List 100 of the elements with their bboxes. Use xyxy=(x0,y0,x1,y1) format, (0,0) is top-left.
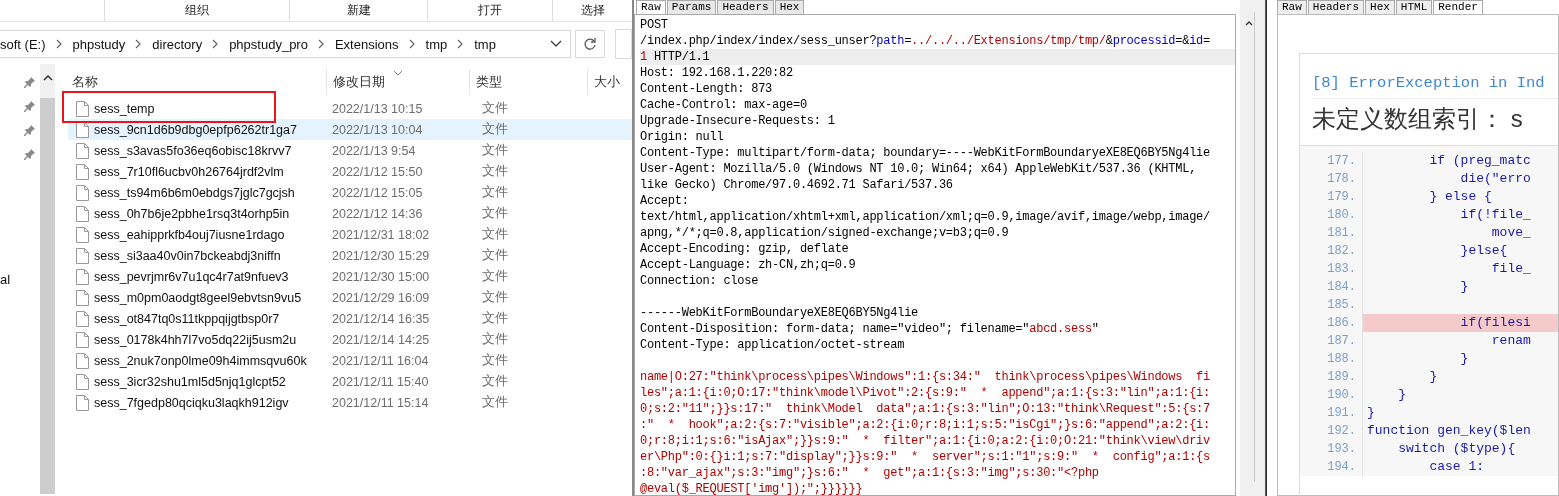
modified-date: 2022/1/12 15:05 xyxy=(331,185,424,200)
request-line: Cache-Control: max-age=0 xyxy=(640,97,808,113)
file-row[interactable]: sess_pevrjmr6v7u1qc4r7at9nfuev3 2021/12/30 15:00 文件 xyxy=(68,266,632,287)
line-number: 188. xyxy=(1300,350,1363,368)
file-row[interactable]: sess_ts94m6b6m0ebdgs7jglc7gcjsh 2022/1/12 15:05 文件 xyxy=(68,182,632,203)
code-line: file_ xyxy=(1490,260,1532,278)
modified-date: 2021/12/30 15:00 xyxy=(331,269,431,284)
file-row[interactable]: sess_s3avas5fo36eq6obisc18krvv7 2022/1/13 9:54 文件 xyxy=(68,140,632,161)
file-row[interactable]: sess_2nuk7onp0lme09h4immsqvu60k 2021/12/11 16:04 文件 xyxy=(68,350,632,371)
file-type: 文件 xyxy=(481,205,509,222)
file-name: sess_0178k4hh7l7vo5dq22ij5usm2u xyxy=(94,332,297,347)
refresh-button[interactable] xyxy=(575,30,605,58)
code-line: } xyxy=(1428,368,1439,386)
dropdown-icon[interactable] xyxy=(550,40,562,48)
request-line: 0;s:2:"11";}}s:17:" think\Model data";a:1:{s:3:"lin";O:13:"think\Request":5:{s:7 xyxy=(640,401,1211,417)
line-number: 191. xyxy=(1300,404,1363,422)
file-row[interactable]: sess_9cn1d6b9dbg0epfp6262tr1ga7 2022/1/13 10:04 文件 xyxy=(68,119,632,140)
pin-icon[interactable] xyxy=(24,100,36,112)
file-icon xyxy=(76,100,89,117)
code-line: move_ xyxy=(1490,224,1532,242)
file-icon xyxy=(76,226,89,243)
code-line: function gen_key($len xyxy=(1366,422,1532,440)
file-row[interactable]: sess_eahipprkfb4ouj7iusne1rdago 2021/12/31 18:02 文件 xyxy=(68,224,632,245)
request-line: Host: 192.168.1.220:82 xyxy=(640,65,794,81)
modified-date: 2021/12/11 15:14 xyxy=(331,395,430,410)
column-header[interactable]: 修改日期 xyxy=(326,69,469,95)
file-row[interactable]: sess_7r10fl6ucbv0h26764jrdf2vlm 2022/1/12 15:50 文件 xyxy=(68,161,632,182)
modified-date: 2022/1/12 15:50 xyxy=(331,164,424,179)
line-number: 193. xyxy=(1300,440,1363,458)
file-row[interactable]: sess_0178k4hh7l7vo5dq22ij5usm2u 2021/12/14 14:25 文件 xyxy=(68,329,632,350)
tab[interactable]: Headers xyxy=(1307,0,1365,14)
tab[interactable]: HTML xyxy=(1395,0,1433,14)
pin-icon[interactable] xyxy=(24,148,36,160)
line-number: 177. xyxy=(1300,152,1363,170)
request-line: 0;r:8;i:1;s:6:"isAjax";}}s:9:" * filter";a:1:{i:0;a:2:{i:0;O:21:"think\view\driv xyxy=(640,433,1211,449)
tab[interactable]: Hex xyxy=(1365,0,1395,14)
breadcrumb-item[interactable]: tmp xyxy=(474,36,496,52)
refresh-icon xyxy=(583,37,597,51)
file-icon xyxy=(76,373,89,390)
request-line: Origin: null xyxy=(640,129,725,145)
file-icon xyxy=(76,205,89,222)
file-icon xyxy=(76,184,89,201)
column-header[interactable]: 名称 xyxy=(68,69,326,95)
file-type: 文件 xyxy=(481,352,509,369)
breadcrumb-item[interactable]: tmp xyxy=(425,36,448,52)
code-line: die("erro xyxy=(1459,170,1532,188)
tab[interactable]: Raw xyxy=(636,0,666,14)
pin-icon[interactable] xyxy=(24,76,36,88)
modified-date: 2021/12/11 16:04 xyxy=(331,353,430,368)
file-name: sess_si3aa40v0in7bckeabdj3niffn xyxy=(94,248,281,263)
line-number: 192. xyxy=(1300,422,1363,440)
pin-icon[interactable] xyxy=(24,124,36,136)
file-row[interactable]: sess_m0pm0aodgt8geel9ebvtsn9vu5 2021/12/29 16:09 文件 xyxy=(68,287,632,308)
file-name: sess_3icr32shu1ml5d5njq1glcpt52 xyxy=(94,374,286,389)
file-type: 文件 xyxy=(481,121,509,138)
line-number: 190. xyxy=(1300,386,1363,404)
file-type: 文件 xyxy=(481,247,509,264)
file-row[interactable]: sess_3icr32shu1ml5d5njq1glcpt52 2021/12/11 15:40 文件 xyxy=(68,371,632,392)
file-icon xyxy=(76,268,89,285)
file-row[interactable]: sess_ot847tq0s11tkppqijgtbsp0r7 2021/12/14 16:35 文件 xyxy=(68,308,632,329)
breadcrumb-item[interactable]: soft (E:) xyxy=(0,36,46,52)
tab[interactable]: Render xyxy=(1433,0,1483,14)
modified-date: 2022/1/13 10:15 xyxy=(331,101,424,116)
request-line: apng,*/*;q=0.8,application/signed-exchange;v=b3;q=0.9 xyxy=(640,225,1010,241)
search-field[interactable] xyxy=(615,29,632,59)
line-number: 181. xyxy=(1300,224,1363,242)
file-icon xyxy=(76,394,89,411)
tab[interactable]: Params xyxy=(666,0,717,14)
breadcrumb-item[interactable]: Extensions xyxy=(334,36,399,52)
breadcrumb-item[interactable]: phpstudy xyxy=(72,36,126,52)
request-line: /index.php/index/index/sess_unser?path=../../../Extensions/tmp/tmp/&processid=&id= xyxy=(640,33,1212,49)
chevron-icon xyxy=(317,39,325,49)
tab[interactable]: Raw xyxy=(1277,0,1307,14)
nav-item-label[interactable]: al xyxy=(0,272,11,287)
column-header[interactable]: 大小 xyxy=(587,69,632,95)
column-header[interactable]: 类型 xyxy=(469,69,587,95)
breadcrumb-item[interactable]: directory xyxy=(152,36,203,52)
file-row[interactable]: sess_si3aa40v0in7bckeabdj3niffn 2021/12/30 15:29 文件 xyxy=(68,245,632,266)
file-row[interactable]: sess_temp 2022/1/13 10:15 文件 xyxy=(68,98,632,119)
file-icon xyxy=(76,331,89,348)
address-bar[interactable]: soft (E:) phpstudy directory phpstudy_pro Extensions tmp tmp xyxy=(0,30,571,58)
request-line: name|O:27:"think\process\pipes\Windows":1:{s:34:" think\process\pipes\Windows fi xyxy=(640,369,1211,385)
request-line: Content-Type: application/octet-stream xyxy=(640,337,906,353)
code-line: } xyxy=(1459,278,1470,296)
breadcrumb-item[interactable]: phpstudy_pro xyxy=(229,36,308,52)
scrollbar[interactable] xyxy=(1243,12,1255,482)
file-name: sess_0h7b6je2pbhe1rsq3t4orhp5in xyxy=(94,206,290,221)
file-name: sess_temp xyxy=(94,101,155,116)
request-line: er\Php":0:{}i:1;s:7:"display";}}s:9:" * server";s:1:"1";s:9:" * config";a:1:{s xyxy=(640,449,1211,465)
file-icon xyxy=(76,142,89,159)
scrollbar[interactable] xyxy=(40,64,55,494)
tab[interactable]: Hex xyxy=(774,0,805,14)
file-row[interactable]: sess_7fgedp80qciqku3laqkh912igv 2021/12/11 15:14 文件 xyxy=(68,392,632,413)
tab[interactable]: Headers xyxy=(717,0,774,14)
file-name: sess_s3avas5fo36eq6obisc18krvv7 xyxy=(94,143,292,158)
line-number: 180. xyxy=(1300,206,1363,224)
code-line: } xyxy=(1366,404,1376,422)
file-type: 文件 xyxy=(481,394,509,411)
file-row[interactable]: sess_0h7b6je2pbhe1rsq3t4orhp5in 2022/1/12 14:36 文件 xyxy=(68,203,632,224)
request-line: Content-Type: multipart/form-data; boundary=----WebKitFormBoundaryeXE8EQ6BY5Ng4lie xyxy=(640,145,1211,161)
